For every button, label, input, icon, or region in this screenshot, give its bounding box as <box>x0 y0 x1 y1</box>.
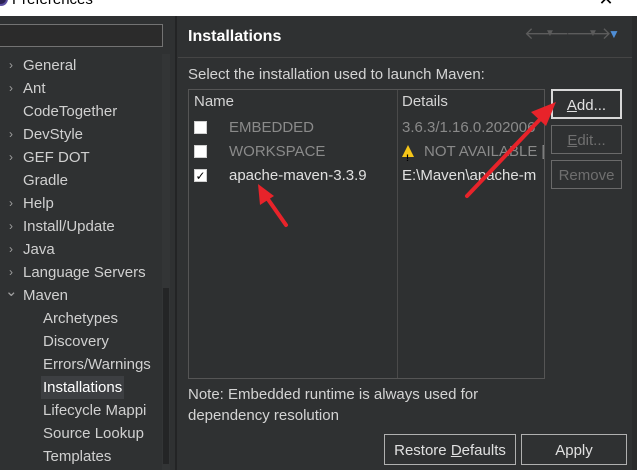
installations-table[interactable]: Name Details EMBEDDED 3.6.3/1.16.0.202006… <box>188 89 545 379</box>
window-right-edge <box>632 16 637 470</box>
forward-menu-icon[interactable]: ▼ <box>588 28 598 39</box>
chevron-right-icon[interactable]: › <box>5 192 17 215</box>
eclipse-icon <box>0 0 8 6</box>
pane-divider[interactable] <box>175 16 177 470</box>
chevron-right-icon[interactable]: › <box>5 238 17 261</box>
instruction-label: Select the installation used to launch M… <box>188 66 485 83</box>
minimize-button[interactable]: — <box>519 0 539 8</box>
table-row[interactable]: EMBEDDED 3.6.3/1.16.0.202006 <box>189 116 544 140</box>
tree-item-label: Ant <box>23 80 46 97</box>
row-checkbox[interactable]: ✓ <box>194 169 207 182</box>
tree-item-label: Language Servers <box>23 264 146 281</box>
row-details-text: E:\Maven\apache-m <box>402 167 537 184</box>
tree-item-label: General <box>23 57 77 74</box>
tree-item-label: GEF DOT <box>23 149 90 166</box>
add-button[interactable]: Add... <box>551 89 622 119</box>
row-details-text: 3.6.3/1.16.0.202006 <box>402 119 536 136</box>
tree-item-label: Archetypes <box>43 310 119 327</box>
chevron-right-icon[interactable]: › <box>5 54 17 77</box>
back-menu-icon[interactable]: ▼ <box>545 28 555 39</box>
tree-item-label: Java <box>23 241 55 258</box>
tree-item-label: Templates <box>43 448 112 465</box>
tree-item-label: Lifecycle Mappi <box>43 402 147 419</box>
row-name: WORKSPACE <box>229 143 326 160</box>
tree-item-label: Gradle <box>23 172 69 189</box>
window-title: Preferences <box>12 0 93 8</box>
column-header-details[interactable]: Details <box>402 90 448 114</box>
title-bar: Preferences — ✕ <box>0 0 637 16</box>
row-checkbox[interactable] <box>194 145 207 158</box>
row-name: EMBEDDED <box>229 119 315 136</box>
restore-defaults-button[interactable]: Restore Defaults <box>384 434 516 465</box>
remove-button[interactable]: Remove <box>551 160 622 189</box>
chevron-down-icon[interactable]: ⌄ <box>5 280 18 303</box>
page-title: Installations <box>188 28 282 45</box>
table-row[interactable]: WORKSPACE NOT AVAILABLE [ <box>189 140 545 164</box>
row-name: apache-maven-3.3.9 <box>229 167 367 184</box>
table-row[interactable]: ✓ apache-maven-3.3.9 E:\Maven\apache-m <box>189 164 544 188</box>
row-details: E:\Maven\apache-m <box>402 164 544 188</box>
preferences-tree: › General › Ant CodeTogether › DevStyle › GEF DO… <box>0 54 170 470</box>
warning-icon <box>402 145 414 164</box>
tree-item-label: Source Lookup <box>43 425 144 442</box>
tree-item-label: Install/Update <box>23 218 115 235</box>
tree-item-label: CodeTogether <box>23 103 118 120</box>
edit-button[interactable]: Edit... <box>551 125 622 154</box>
column-header-name[interactable]: Name <box>194 90 234 114</box>
apply-button[interactable]: Apply <box>521 434 627 465</box>
row-details: NOT AVAILABLE [ <box>402 140 545 164</box>
chevron-right-icon[interactable]: › <box>5 123 17 146</box>
tree-item-label: Errors/Warnings <box>43 356 151 373</box>
tree-item-label: DevStyle <box>23 126 84 143</box>
close-button[interactable]: ✕ <box>596 0 616 9</box>
tree-item-label: Installations <box>41 376 125 399</box>
row-details: 3.6.3/1.16.0.202006 <box>402 116 544 140</box>
embedded-runtime-note: Note: Embedded runtime is always used fo… <box>188 386 479 424</box>
row-checkbox[interactable] <box>194 121 207 134</box>
tree-item-label: Help <box>23 195 54 212</box>
tree-item-label: Maven <box>23 287 69 304</box>
row-details-text: NOT AVAILABLE [ <box>424 143 545 160</box>
header-separator <box>178 57 637 58</box>
filter-input[interactable] <box>0 24 163 47</box>
chevron-right-icon[interactable]: › <box>5 146 17 169</box>
tree-scrollbar-thumb[interactable] <box>163 288 169 464</box>
tree-item-label: Discovery <box>43 333 109 350</box>
view-menu-icon[interactable]: ▼ <box>608 27 620 41</box>
chevron-right-icon[interactable]: › <box>5 77 17 100</box>
chevron-right-icon[interactable]: › <box>5 215 17 238</box>
